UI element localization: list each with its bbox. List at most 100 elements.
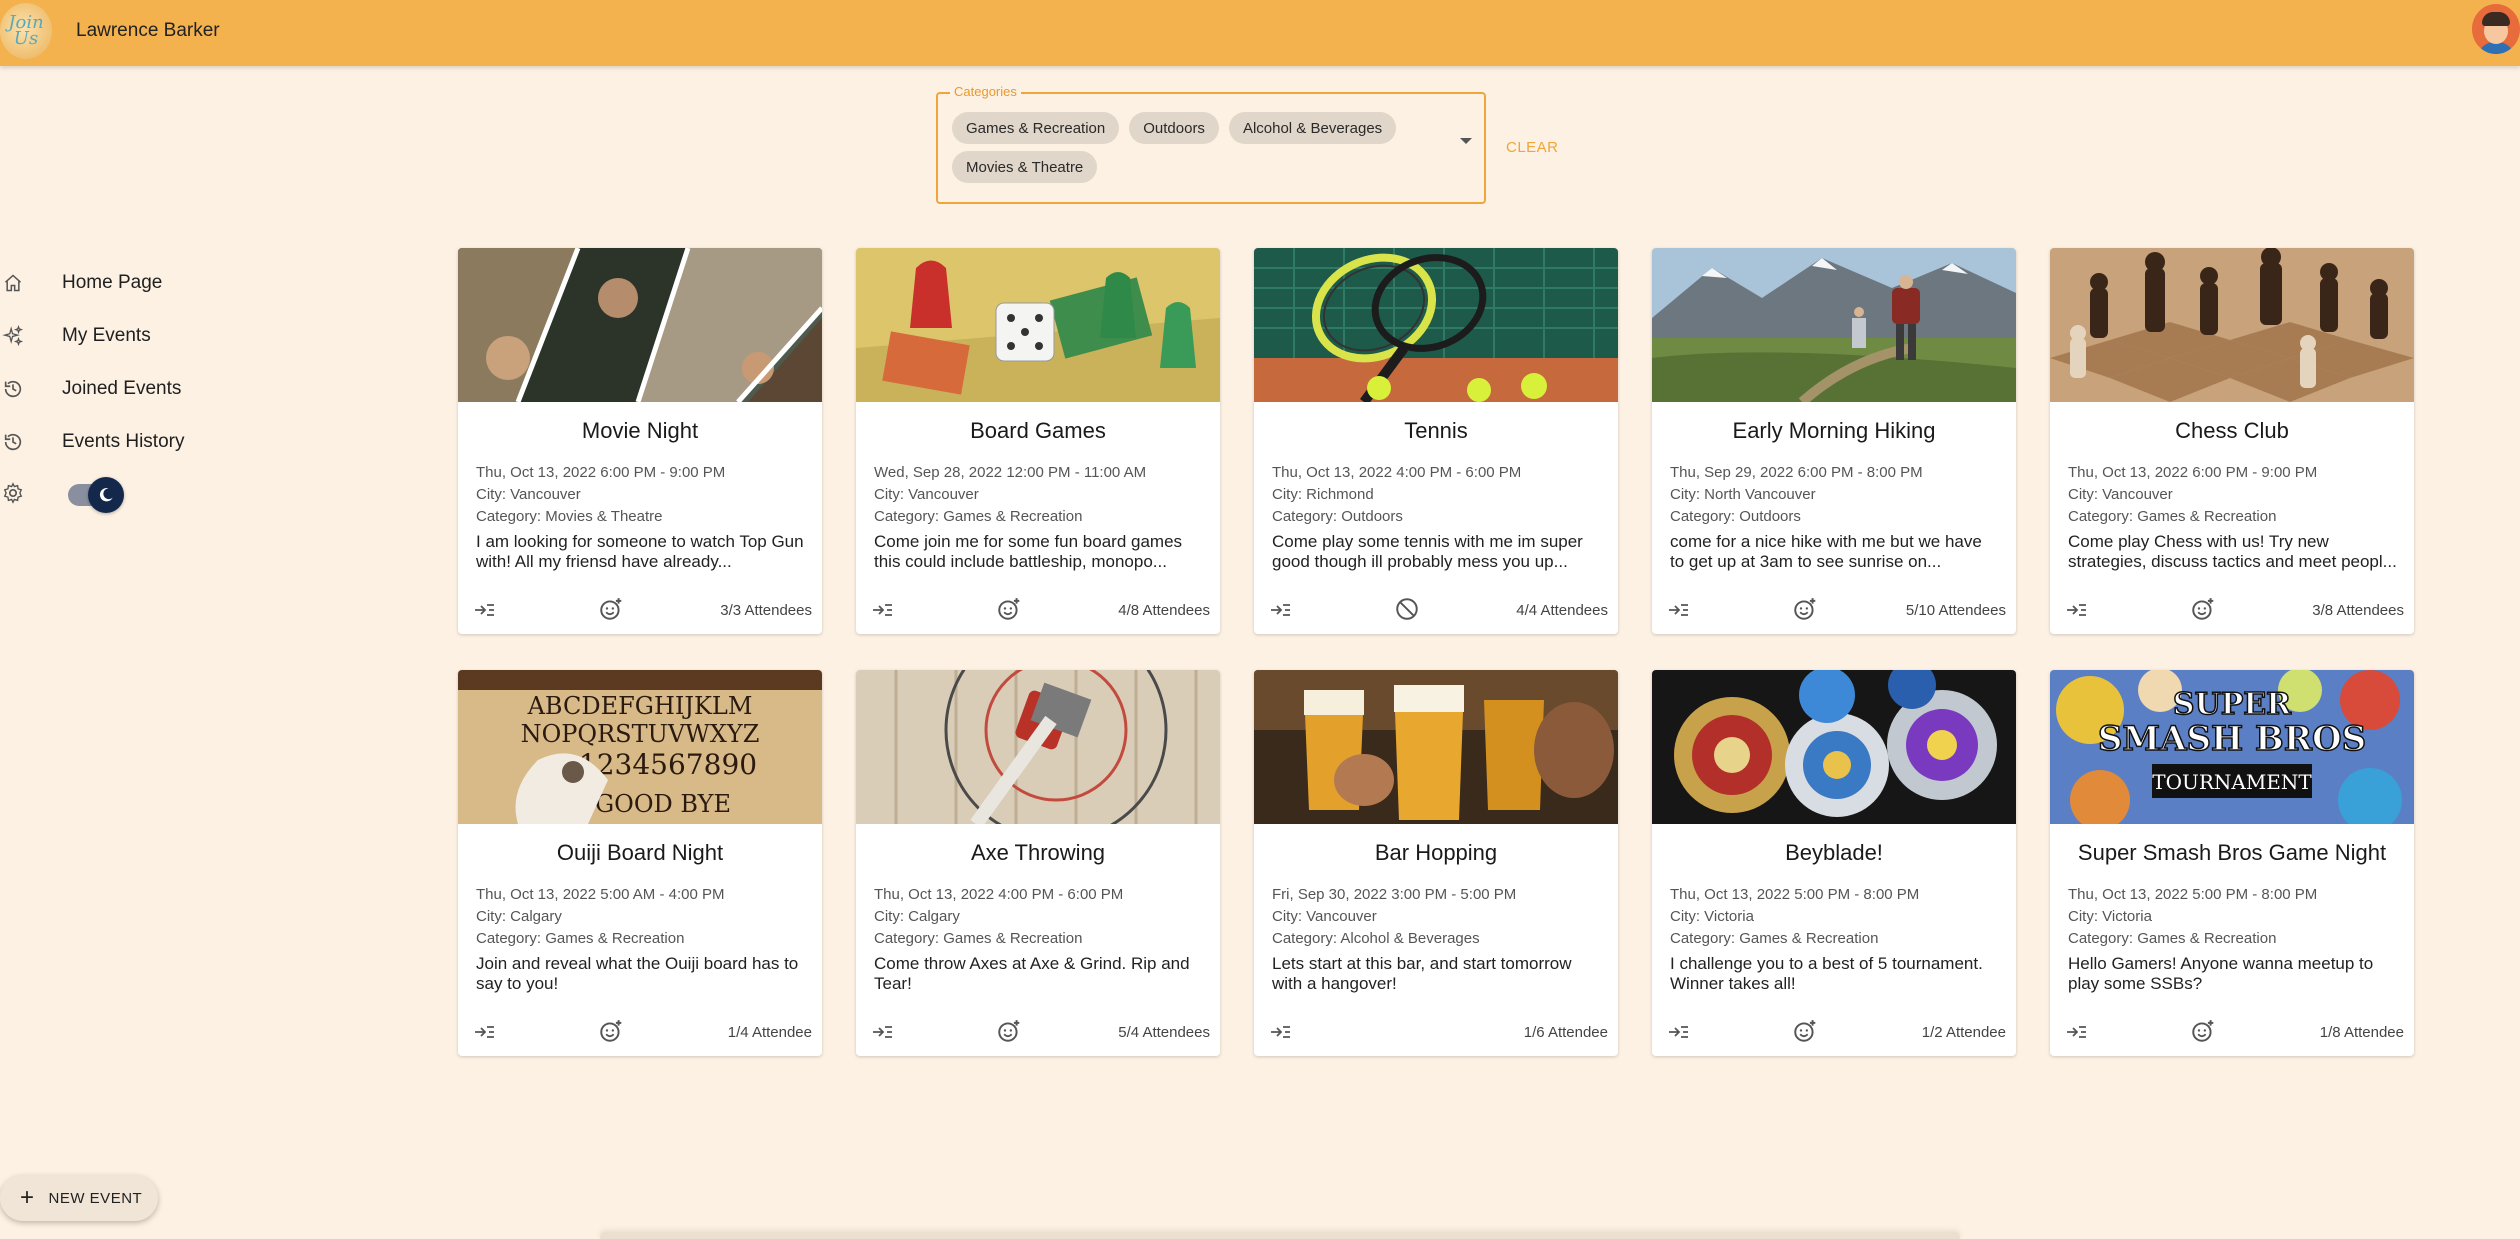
event-category: Category: Outdoors (1670, 508, 1801, 525)
event-card[interactable]: Beyblade! Thu, Oct 13, 2022 5:00 PM - 8:… (1652, 670, 2016, 1056)
event-image (856, 248, 1220, 402)
event-description: I challenge you to a best of 5 tournamen… (1670, 954, 1983, 993)
event-date: Thu, Oct 13, 2022 5:00 PM - 8:00 PM (2068, 886, 2318, 903)
sidebar-item-label: Home Page (62, 272, 163, 293)
event-category: Category: Games & Recreation (2068, 508, 2277, 525)
add-reaction-icon[interactable] (2190, 596, 2216, 622)
event-card[interactable]: SUPER SMASH BROS TOURNAMENT Super Smash … (2050, 670, 2414, 1056)
event-city: City: Calgary (874, 908, 960, 925)
event-card[interactable]: Axe Throwing Thu, Oct 13, 2022 4:00 PM -… (856, 670, 1220, 1056)
new-event-label: NEW EVENT (48, 1189, 143, 1207)
add-reaction-icon[interactable] (1792, 596, 1818, 622)
avatar[interactable] (2472, 4, 2520, 54)
join-icon[interactable] (2064, 598, 2088, 622)
sidebar-item-home[interactable]: Home Page (0, 268, 162, 298)
chip-outdoors[interactable]: Outdoors (1129, 112, 1219, 144)
event-card[interactable]: Early Morning Hiking Thu, Sep 29, 2022 6… (1652, 248, 2016, 634)
join-icon[interactable] (870, 1020, 894, 1044)
event-description: Come play some tennis with me im super g… (1272, 532, 1583, 571)
event-category: Category: Games & Recreation (476, 930, 685, 947)
event-date: Thu, Sep 29, 2022 6:00 PM - 8:00 PM (1670, 464, 1923, 481)
event-description: Come throw Axes at Axe & Grind. Rip and … (874, 954, 1190, 993)
event-title: Tennis (1404, 418, 1468, 443)
join-icon[interactable] (870, 598, 894, 622)
event-date: Thu, Oct 13, 2022 6:00 PM - 9:00 PM (476, 464, 726, 481)
join-icon[interactable] (1268, 1020, 1292, 1044)
event-image: ABCDEFGHIJKLM NOPQRSTUVWXYZ 1234567890 G… (458, 670, 822, 824)
event-image (1652, 248, 2016, 402)
sidebar-item-events-history[interactable]: Events History (0, 427, 184, 457)
chip-games-recreation[interactable]: Games & Recreation (952, 112, 1120, 144)
event-card[interactable]: ABCDEFGHIJKLM NOPQRSTUVWXYZ 1234567890 G… (458, 670, 822, 1056)
attendee-count: 4/8 Attendees (1118, 602, 1210, 619)
dropdown-arrow-icon[interactable] (1460, 138, 1472, 144)
event-title: Axe Throwing (970, 840, 1106, 865)
event-date: Thu, Oct 13, 2022 4:00 PM - 6:00 PM (1272, 464, 1522, 481)
event-title: Bar Hopping (1374, 840, 1498, 865)
event-description: Come join me for some fun board games th… (874, 532, 1183, 571)
event-image (1254, 670, 1618, 824)
event-title: Movie Night (581, 418, 699, 443)
sparkle-icon (0, 323, 26, 349)
event-category: Category: Games & Recreation (874, 508, 1083, 525)
event-card[interactable]: Board Games Wed, Sep 28, 2022 12:00 PM -… (856, 248, 1220, 634)
join-icon[interactable] (1666, 1020, 1690, 1044)
categories-label: Categories (950, 84, 1021, 99)
categories-select[interactable]: Categories Games & Recreation Outdoors A… (936, 84, 1486, 204)
event-category: Category: Games & Recreation (874, 930, 1083, 947)
add-reaction-icon[interactable] (598, 596, 624, 622)
event-description: Join and reveal what the Ouiji board has… (476, 954, 799, 993)
sidebar-item-label: My Events (62, 325, 151, 346)
event-date: Thu, Oct 13, 2022 5:00 AM - 4:00 PM (476, 886, 725, 903)
ouija-numbers: 1234567890 (579, 748, 757, 781)
new-event-button[interactable]: + NEW EVENT (0, 1175, 158, 1221)
join-icon[interactable] (1666, 598, 1690, 622)
app-logo[interactable]: Join Us (0, 3, 52, 59)
join-icon[interactable] (472, 1020, 496, 1044)
sidebar-item-joined-events[interactable]: Joined Events (0, 374, 181, 404)
event-city: City: Victoria (1670, 908, 1754, 925)
dark-mode-toggle[interactable] (68, 477, 124, 513)
attendee-count: 3/3 Attendees (720, 602, 812, 619)
add-reaction-icon[interactable] (1792, 1018, 1818, 1044)
join-icon[interactable] (472, 598, 496, 622)
event-city: City: Vancouver (476, 486, 581, 503)
attendee-count: 1/2 Attendee (1921, 1024, 2006, 1041)
join-icon[interactable] (2064, 1020, 2088, 1044)
clear-button[interactable]: CLEAR (1506, 139, 1559, 156)
app-header: Join Us Lawrence Barker (0, 0, 2520, 66)
event-title: Super Smash Bros Game Night (2077, 840, 2387, 865)
event-date: Wed, Sep 28, 2022 12:00 PM - 11:00 AM (874, 464, 1147, 481)
tournament-banner: TOURNAMENT (2152, 770, 2312, 794)
history-icon (0, 376, 26, 402)
event-card[interactable]: Bar Hopping Fri, Sep 30, 2022 3:00 PM - … (1254, 670, 1618, 1056)
add-reaction-icon[interactable] (996, 596, 1022, 622)
event-category: Category: Outdoors (1272, 508, 1403, 525)
bottom-panel-edge (600, 1232, 1960, 1239)
event-title: Ouiji Board Night (556, 840, 724, 865)
attendee-count: 1/8 Attendee (2319, 1024, 2404, 1041)
history-icon (0, 429, 26, 455)
join-icon[interactable] (1268, 598, 1292, 622)
sidebar-item-label: Joined Events (62, 378, 182, 399)
event-image: SUPER SMASH BROS TOURNAMENT (2050, 670, 2414, 824)
sidebar-item-my-events[interactable]: My Events (0, 321, 151, 351)
block-icon[interactable] (1394, 596, 1420, 622)
event-card[interactable]: Tennis Thu, Oct 13, 2022 4:00 PM - 6:00 … (1254, 248, 1618, 634)
chip-alcohol-beverages[interactable]: Alcohol & Beverages (1228, 112, 1397, 144)
event-category: Category: Games & Recreation (2068, 930, 2277, 947)
ouija-letters: ABCDEFGHIJKLM (527, 692, 753, 720)
gear-icon[interactable] (0, 480, 26, 506)
add-reaction-icon[interactable] (2190, 1018, 2216, 1044)
add-reaction-icon[interactable] (598, 1018, 624, 1044)
event-description: Hello Gamers! Anyone wanna meetup to pla… (2068, 954, 2374, 993)
event-card[interactable]: Chess Club Thu, Oct 13, 2022 6:00 PM - 9… (2050, 248, 2414, 634)
event-card[interactable]: Movie Night Thu, Oct 13, 2022 6:00 PM - … (458, 248, 822, 634)
chip-movies-theatre[interactable]: Movies & Theatre (952, 151, 1098, 183)
event-date: Thu, Oct 13, 2022 6:00 PM - 9:00 PM (2068, 464, 2318, 481)
plus-icon: + (20, 1184, 35, 1211)
event-city: City: Vancouver (874, 486, 979, 503)
attendee-count: 3/8 Attendees (2312, 602, 2404, 619)
add-reaction-icon[interactable] (996, 1018, 1022, 1044)
event-city: City: Richmond (1272, 486, 1374, 503)
